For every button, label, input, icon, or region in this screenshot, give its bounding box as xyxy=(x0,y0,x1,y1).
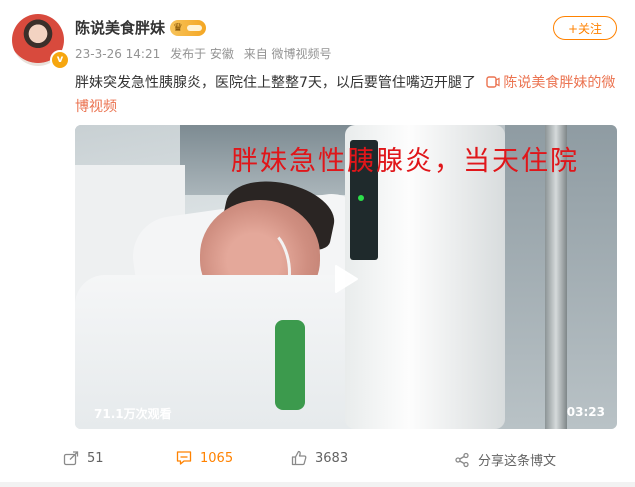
share-count: 51 xyxy=(87,450,104,466)
share-post-label: 分享这条博文 xyxy=(478,454,557,469)
post-source: 来自 微博视频号 xyxy=(243,47,332,61)
video-green-object xyxy=(275,320,305,410)
share-icon xyxy=(63,451,79,466)
username[interactable]: 陈说美食胖妹 xyxy=(75,17,165,38)
like-count: 3683 xyxy=(315,450,349,466)
video-caption: 胖妹急性胰腺炎，当天住院 xyxy=(231,146,579,177)
vip-badge[interactable]: ♛ xyxy=(170,20,206,36)
bottom-divider xyxy=(0,482,635,487)
share-button[interactable]: 51 xyxy=(63,450,104,466)
video-link-icon xyxy=(486,76,500,88)
video-duration: 03:23 xyxy=(566,405,605,419)
post-text: 胖妹突发急性胰腺炎，医院住上整整7天，以后要管住嘴迈开腿了 陈说美食胖妹的微博视… xyxy=(75,71,621,119)
share-nodes-icon xyxy=(455,452,469,467)
post-meta: 23-3-26 14:21 发布于 安徽 来自 微博视频号 xyxy=(75,45,338,62)
play-icon[interactable] xyxy=(326,261,362,297)
video-pump-led xyxy=(358,195,364,201)
comment-button[interactable]: 1065 xyxy=(176,450,233,466)
video-player[interactable]: 胖妹急性胰腺炎，当天住院 71.1万次观看 03:23 xyxy=(75,125,617,429)
share-post-button[interactable]: 分享这条博文 xyxy=(454,450,556,469)
vip-level-bar xyxy=(187,25,202,31)
post-location: 发布于 安徽 xyxy=(170,47,234,61)
video-views: 71.1万次观看 xyxy=(94,407,172,421)
post-actions: 51 1065 3683 分享这条博文 xyxy=(0,442,635,476)
comment-icon xyxy=(176,451,192,465)
like-button[interactable]: 3683 xyxy=(291,450,348,466)
comment-count: 1065 xyxy=(200,450,234,466)
verified-badge-icon: v xyxy=(50,50,70,70)
post-body: 胖妹突发急性胰腺炎，医院住上整整7天，以后要管住嘴迈开腿了 xyxy=(75,75,476,91)
post-timestamp[interactable]: 23-3-26 14:21 xyxy=(75,47,160,61)
thumbs-up-icon xyxy=(291,450,307,466)
vip-crown-icon: ♛ xyxy=(173,21,183,34)
follow-button[interactable]: +关注 xyxy=(553,16,617,40)
